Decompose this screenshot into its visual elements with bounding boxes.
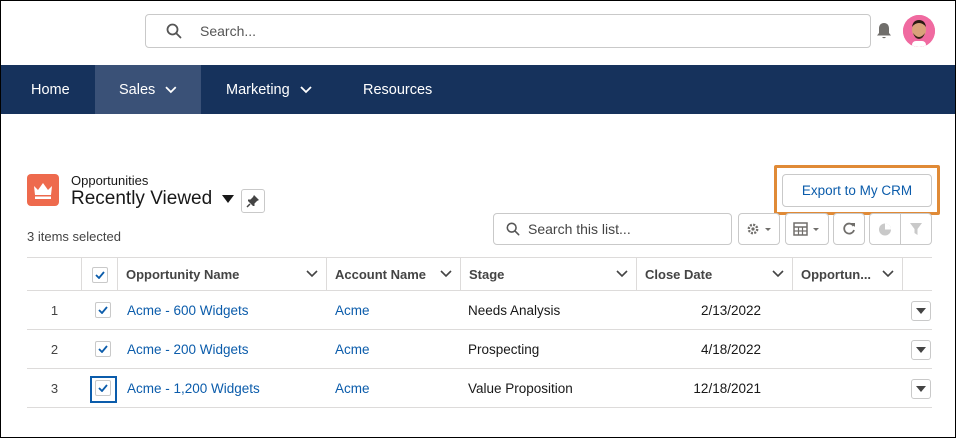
caret-down-icon <box>916 386 926 392</box>
opportunity-name-link[interactable]: Acme - 1,200 Widgets <box>127 369 260 407</box>
refresh-icon <box>843 222 855 235</box>
crown-icon <box>34 183 52 199</box>
row-select <box>95 291 111 329</box>
global-search[interactable] <box>145 14 871 48</box>
chevron-down-icon[interactable] <box>440 270 452 278</box>
column-header-stage[interactable]: Stage <box>461 258 637 291</box>
row-checkbox[interactable] <box>95 302 111 318</box>
global-header <box>1 1 955 65</box>
row-actions-button[interactable] <box>911 301 931 321</box>
column-header-close-date[interactable]: Close Date <box>637 258 793 291</box>
account-name-link[interactable]: Acme <box>335 330 370 368</box>
select-all-header <box>82 258 118 291</box>
account-name-link[interactable]: Acme <box>335 369 370 407</box>
display-as-button[interactable] <box>785 213 829 245</box>
pin-list-button[interactable] <box>241 189 265 213</box>
column-header-opportunity-name[interactable]: Opportunity Name <box>118 258 327 291</box>
table-icon <box>793 222 819 236</box>
column-header-account-name[interactable]: Account Name <box>327 258 461 291</box>
row-number: 3 <box>50 380 59 396</box>
caret-down-icon <box>916 308 926 314</box>
checkmark-icon <box>98 384 108 392</box>
column-header-label: Stage <box>469 267 505 282</box>
close-date-value: 4/18/2022 <box>700 341 761 357</box>
column-header-label: Close Date <box>645 267 713 282</box>
nav-item-label: Sales <box>119 81 156 98</box>
export-to-crm-button[interactable]: Export to My CRM <box>782 174 932 207</box>
global-search-input[interactable] <box>200 23 800 39</box>
app-nav-bar: Home Sales Marketing Resources <box>1 65 955 114</box>
chevron-down-icon[interactable] <box>616 270 628 278</box>
row-select <box>95 369 111 407</box>
select-all-checkbox[interactable] <box>91 266 108 283</box>
table-row: 1 Acme - 600 Widgets Acme Needs Analysis… <box>27 291 932 330</box>
row-number-header <box>27 258 82 291</box>
nav-item-resources[interactable]: Resources <box>339 65 456 114</box>
caret-down-icon[interactable] <box>222 195 235 203</box>
stage-value: Needs Analysis <box>468 302 561 318</box>
list-search[interactable] <box>493 213 732 245</box>
nav-item-label: Resources <box>363 81 433 98</box>
charts-button[interactable] <box>869 213 901 245</box>
account-name-link[interactable]: Acme <box>335 291 370 329</box>
pie-chart-icon <box>879 223 891 236</box>
opportunity-name-link[interactable]: Acme - 600 Widgets <box>127 291 249 329</box>
search-icon <box>506 222 520 236</box>
chevron-down-icon[interactable] <box>300 85 312 94</box>
search-icon <box>166 23 182 39</box>
row-actions-button[interactable] <box>911 379 931 399</box>
user-avatar[interactable] <box>903 15 935 47</box>
close-date-value: 12/18/2021 <box>693 380 761 396</box>
opportunity-name-link[interactable]: Acme - 200 Widgets <box>127 330 249 368</box>
object-label: Opportunities <box>71 173 149 188</box>
refresh-button[interactable] <box>833 213 865 245</box>
table-row: 3 Acme - 1,200 Widgets Acme Value Propos… <box>27 369 932 408</box>
column-header-label: Opportun... <box>801 267 872 282</box>
row-select <box>95 330 111 368</box>
chevron-down-icon[interactable] <box>882 270 894 278</box>
table-header-row: Opportunity Name Account Name Stage Clos… <box>27 257 932 291</box>
bell-icon[interactable] <box>874 21 894 41</box>
column-header-opportunity-owner[interactable]: Opportun... <box>793 258 903 291</box>
nav-item-label: Marketing <box>226 81 290 98</box>
column-header-label: Opportunity Name <box>126 267 240 282</box>
gear-icon <box>747 223 771 235</box>
column-header-label: Account Name <box>335 267 427 282</box>
avatar-icon <box>903 15 935 47</box>
opportunity-object-icon <box>27 174 59 206</box>
selected-count: 3 items selected <box>27 229 121 244</box>
chevron-down-icon[interactable] <box>306 270 318 278</box>
table-row: 2 Acme - 200 Widgets Acme Prospecting 4/… <box>27 330 932 369</box>
filter-icon <box>910 223 922 235</box>
nav-item-label: Home <box>31 81 70 98</box>
chevron-down-icon[interactable] <box>772 270 784 278</box>
list-search-input[interactable] <box>528 221 728 237</box>
stage-value: Value Proposition <box>468 380 573 396</box>
nav-item-sales[interactable]: Sales <box>95 65 201 114</box>
caret-down-icon <box>916 347 926 353</box>
row-number: 2 <box>50 341 59 357</box>
stage-value: Prospecting <box>468 341 540 357</box>
row-checkbox[interactable] <box>95 380 111 396</box>
list-view-selector[interactable]: Recently Viewed <box>71 188 235 210</box>
list-settings-button[interactable] <box>738 213 780 245</box>
nav-item-home[interactable]: Home <box>7 65 94 114</box>
row-number: 1 <box>50 302 59 318</box>
row-actions-button[interactable] <box>911 340 931 360</box>
checkmark-icon <box>98 306 108 314</box>
pin-icon <box>246 195 259 208</box>
row-checkbox[interactable] <box>95 341 111 357</box>
filter-button[interactable] <box>900 213 932 245</box>
close-date-value: 2/13/2022 <box>700 302 761 318</box>
list-view-name: Recently Viewed <box>71 188 213 209</box>
checkmark-icon <box>94 270 105 279</box>
nav-item-marketing[interactable]: Marketing <box>202 65 336 114</box>
chevron-down-icon[interactable] <box>165 85 177 94</box>
checkmark-icon <box>98 345 108 353</box>
